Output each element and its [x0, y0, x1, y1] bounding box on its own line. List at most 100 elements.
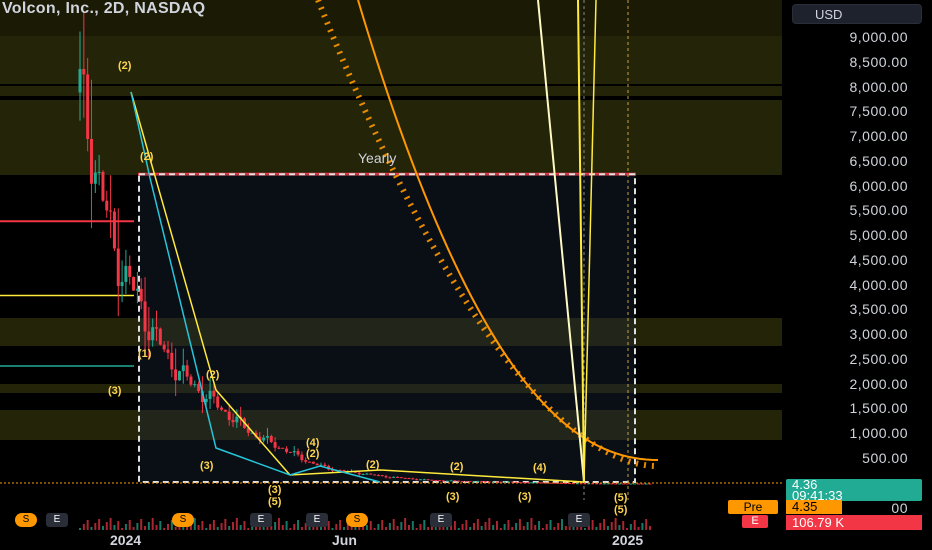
split-event-marker[interactable]: S: [172, 513, 194, 527]
candle-body: [177, 371, 181, 381]
price-chart[interactable]: [0, 0, 932, 550]
volume-bar: [220, 523, 223, 530]
volume-bar: [561, 519, 564, 530]
volume-bar: [526, 522, 529, 530]
volume-bar: [289, 528, 292, 530]
volume-bar: [377, 524, 380, 530]
earnings-event-marker[interactable]: E: [46, 513, 68, 527]
candle-body: [357, 472, 361, 475]
volume-bar: [530, 518, 533, 530]
volume-bar: [476, 519, 479, 530]
volume-bar: [281, 525, 284, 530]
candle-body: [430, 479, 434, 481]
yearly-label: Yearly: [358, 150, 397, 166]
candle-body: [139, 288, 143, 302]
candle-body: [162, 344, 166, 350]
candle-body: [403, 477, 407, 479]
volume-bar: [522, 526, 525, 530]
y-tick-label: 4,000.00: [849, 276, 908, 293]
wave-label: (5): [614, 504, 628, 516]
volume-bar: [392, 519, 395, 530]
volume-bar: [113, 525, 116, 530]
candle-body: [438, 480, 442, 482]
candle-body: [418, 479, 422, 481]
wave-label: (1): [138, 348, 152, 360]
volume-bar: [293, 524, 296, 530]
candle-body: [472, 481, 476, 483]
volume-bar: [649, 526, 651, 530]
volume-bar: [212, 520, 215, 530]
volume-bar: [469, 527, 472, 530]
candle-body: [304, 460, 308, 462]
zone-1: [0, 86, 782, 96]
volume-bar: [388, 523, 391, 530]
chart-title: Volcon, Inc., 2D, NASDAQ: [2, 0, 206, 17]
candle-body: [457, 480, 461, 482]
volume-bar: [151, 518, 154, 530]
candle-body: [292, 451, 296, 453]
volume-bar: [381, 520, 384, 530]
volume-bar: [297, 520, 300, 530]
wave-label: (4): [533, 462, 547, 474]
candle-body: [495, 481, 499, 483]
candle-body: [300, 454, 304, 461]
earnings-event-marker[interactable]: E: [430, 513, 452, 527]
candle-body: [380, 475, 384, 477]
candle-body: [396, 476, 400, 478]
candle-body: [575, 483, 579, 485]
candle-body: [315, 463, 319, 466]
candle-body: [594, 483, 598, 485]
candle-body: [120, 281, 124, 287]
y-tick-label: 5,000.00: [849, 227, 908, 244]
volume-bar: [495, 521, 498, 530]
volume-bar: [155, 525, 158, 530]
y-tick-label: 8,500.00: [849, 53, 908, 70]
volume-bar: [465, 520, 468, 530]
candle-body: [277, 447, 281, 449]
earnings-event-marker[interactable]: E: [250, 513, 272, 527]
volume-bar: [285, 521, 288, 530]
earnings-event-marker[interactable]: E: [568, 513, 590, 527]
candle-body: [422, 479, 426, 481]
wave-label: (3): [518, 491, 532, 503]
earnings-event-marker[interactable]: E: [306, 513, 328, 527]
volume-bar: [163, 528, 166, 530]
candle-body: [491, 481, 495, 483]
volume-bar: [626, 528, 629, 530]
candle-body: [281, 447, 285, 449]
candle-body: [445, 480, 449, 482]
candle-body: [227, 411, 231, 420]
y-tick-label: 3,500.00: [849, 301, 908, 318]
volume-bar: [132, 527, 135, 530]
split-event-marker[interactable]: S: [346, 513, 368, 527]
y-tick-label: 1,000.00: [849, 425, 908, 442]
candle-body: [185, 365, 189, 377]
wave-label: (2): [366, 459, 380, 471]
earnings-tag[interactable]: E: [742, 515, 768, 528]
candle-body: [587, 483, 591, 485]
volume-bar: [503, 524, 506, 530]
volume-bar: [534, 525, 537, 530]
volume-bar: [492, 525, 495, 530]
volume-bar: [553, 527, 556, 530]
candle-body: [602, 483, 606, 485]
volume-bar: [629, 524, 632, 530]
y-tick-label: 7,500.00: [849, 103, 908, 120]
currency-selector[interactable]: USD: [792, 4, 922, 24]
volume-bar: [461, 524, 464, 530]
volume-bar: [641, 523, 644, 530]
volume-bar: [205, 528, 208, 530]
last-price-tag: 4.36 09:41:33: [786, 478, 922, 502]
volume-tag: 106.79 K: [786, 515, 922, 530]
candle-body: [89, 138, 93, 184]
volume-bar: [124, 524, 127, 530]
volume-bar: [645, 519, 648, 530]
candle-body: [499, 481, 503, 483]
candle-body: [629, 483, 633, 485]
split-event-marker[interactable]: S: [15, 513, 37, 527]
y-tick-label: 2,000.00: [849, 375, 908, 392]
candle-body: [124, 265, 128, 282]
candle-body: [480, 481, 484, 483]
volume-bar: [136, 523, 139, 530]
volume-bar: [82, 524, 85, 530]
